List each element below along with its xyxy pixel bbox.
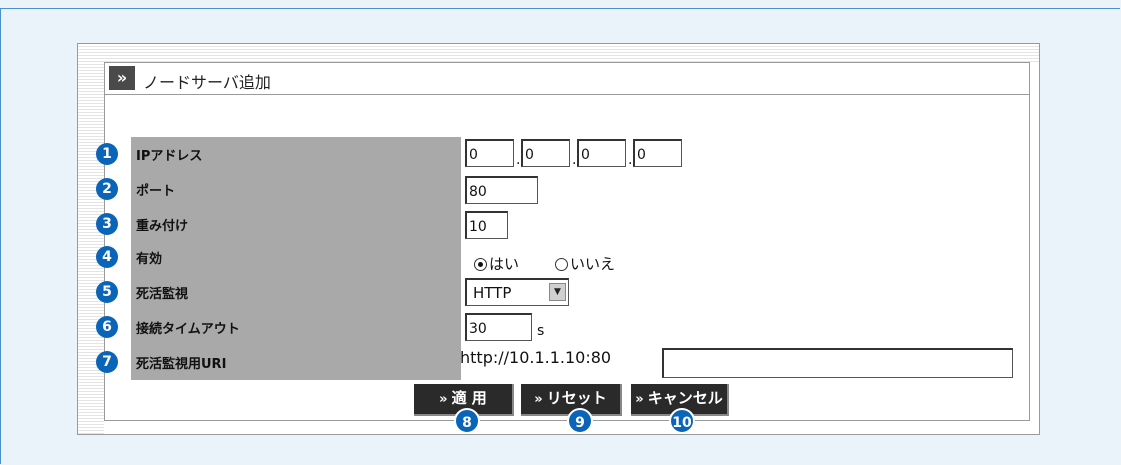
radio-checked-icon[interactable] <box>474 258 487 271</box>
double-chevron-icon: » <box>635 392 644 407</box>
panel-top-stripes <box>78 44 1039 62</box>
number-badge: 5 <box>96 281 118 303</box>
health-check-value: HTTP <box>473 284 512 302</box>
number-badge: 3 <box>96 213 118 235</box>
number-badge: 6 <box>96 316 118 338</box>
number-badge: 1 <box>96 143 118 165</box>
ip-octet-2-input[interactable]: 0 <box>521 139 570 167</box>
uri-prefix: http://10.1.1.10:80 <box>460 348 612 367</box>
weight-input[interactable]: 10 <box>465 211 508 239</box>
double-chevron-icon: » <box>109 66 135 90</box>
timeout-unit: s <box>537 323 545 339</box>
label-column <box>131 137 461 380</box>
chevron-down-icon[interactable]: ▼ <box>549 283 566 301</box>
panel-title: ノードサーバ追加 <box>143 73 271 92</box>
ip-address-label: IPアドレス <box>136 149 203 164</box>
number-badge: 8 <box>454 408 480 434</box>
ip-dot: . <box>628 152 633 168</box>
timeout-input[interactable]: 30 <box>465 313 532 341</box>
double-chevron-icon: » <box>534 392 543 407</box>
ip-octet-1-input[interactable]: 0 <box>465 139 514 167</box>
enabled-yes-label: はい <box>489 255 520 273</box>
double-chevron-icon: » <box>439 392 448 407</box>
health-check-label: 死活監視 <box>136 287 189 302</box>
reset-button-label: リセット <box>546 389 607 407</box>
health-check-select[interactable]: HTTP ▼ <box>465 278 569 306</box>
ip-octet-3-input[interactable]: 0 <box>577 139 626 167</box>
uri-label: 死活監視用URI <box>136 357 227 372</box>
timeout-label: 接続タイムアウト <box>136 322 240 337</box>
enabled-no-label: いいえ <box>570 255 616 273</box>
panel-header: » ノードサーバ追加 <box>104 62 1030 95</box>
number-badge: 2 <box>96 178 118 200</box>
weight-label: 重み付け <box>136 219 189 234</box>
ip-dot: . <box>516 152 521 168</box>
panel-stripes <box>78 44 104 434</box>
enabled-no-radio[interactable]: いいえ <box>555 253 615 274</box>
number-badge: 10 <box>669 408 695 434</box>
radio-unchecked-icon[interactable] <box>555 258 568 271</box>
port-input[interactable]: 80 <box>465 176 538 204</box>
number-badge: 7 <box>96 351 118 373</box>
uri-input[interactable] <box>662 348 1013 378</box>
ip-octet-4-input[interactable]: 0 <box>633 139 682 167</box>
number-badge: 4 <box>96 246 118 268</box>
enabled-label: 有効 <box>136 252 163 267</box>
port-label: ポート <box>136 184 176 199</box>
ip-dot: . <box>572 152 577 168</box>
cancel-button-label: キャンセル <box>647 389 723 407</box>
enabled-yes-radio[interactable]: はい <box>474 253 519 274</box>
apply-button-label: 適 用 <box>451 389 487 407</box>
number-badge: 9 <box>567 408 593 434</box>
